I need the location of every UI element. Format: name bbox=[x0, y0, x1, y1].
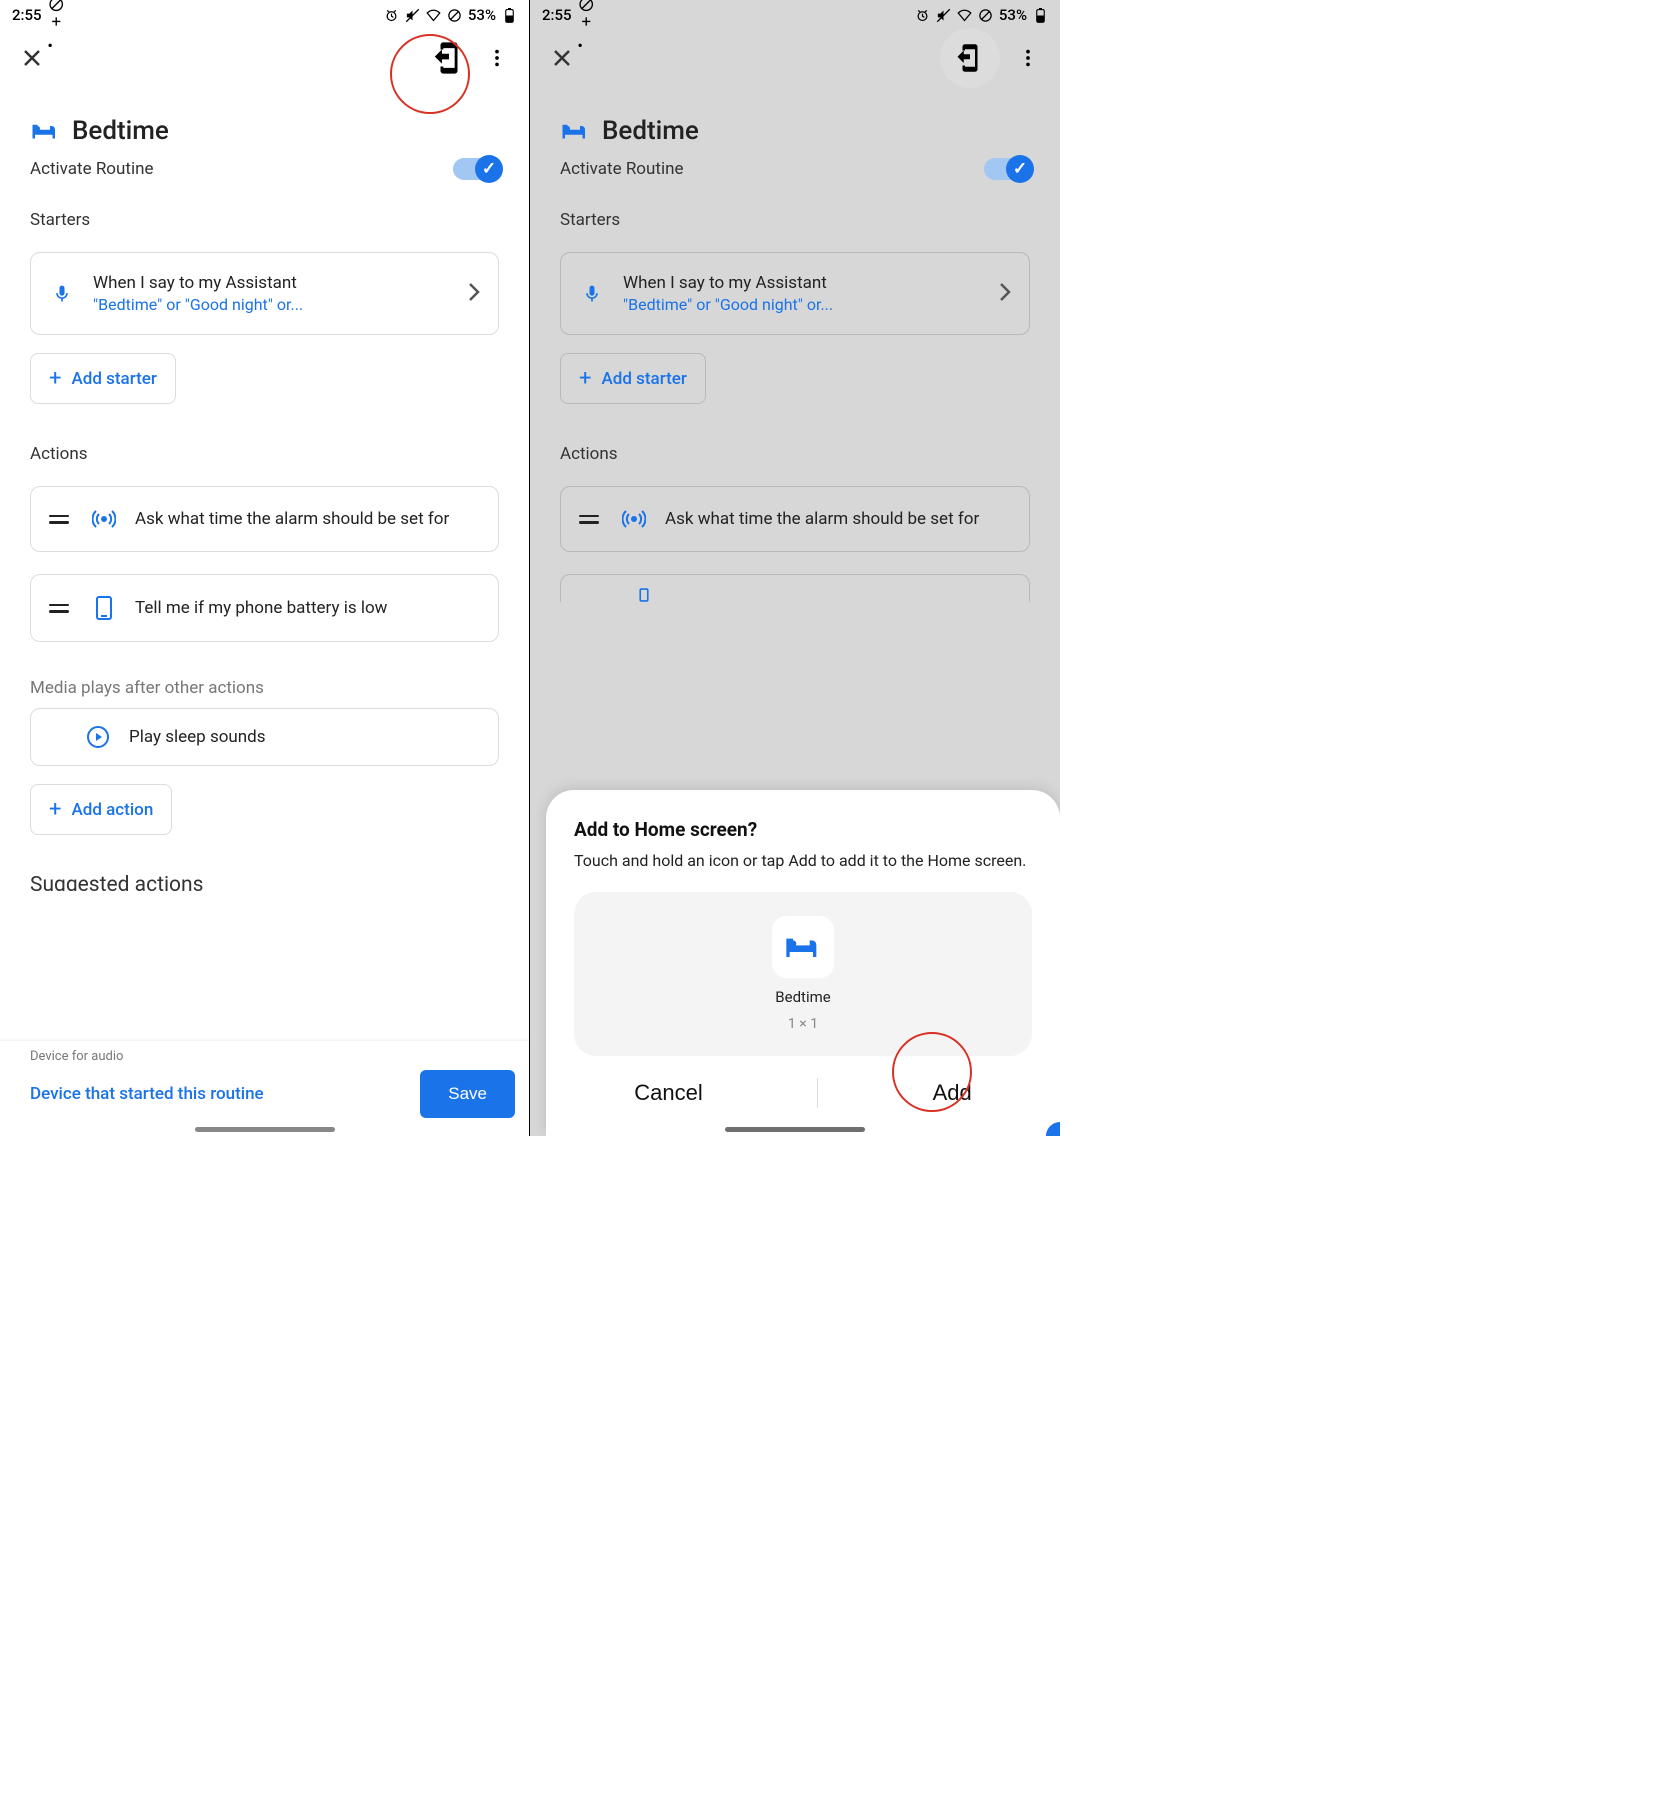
add-action-label: Add action bbox=[71, 800, 153, 820]
alarm-icon bbox=[915, 8, 930, 23]
routine-title-row: Bedtime bbox=[30, 116, 499, 146]
chevron-right-icon bbox=[999, 282, 1011, 306]
activate-label: Activate Routine bbox=[30, 159, 153, 179]
mute-icon bbox=[936, 8, 951, 23]
battery-icon bbox=[502, 8, 517, 23]
action-card-battery-peek bbox=[560, 574, 1030, 602]
app-bar bbox=[530, 30, 1060, 86]
gesture-bar[interactable] bbox=[725, 1127, 865, 1132]
shortcut-tile bbox=[772, 916, 834, 978]
activate-toggle[interactable] bbox=[453, 158, 499, 180]
section-media: Media plays after other actions bbox=[30, 678, 499, 698]
overflow-menu-button[interactable] bbox=[1008, 38, 1048, 78]
action-card-alarm[interactable]: Ask what time the alarm should be set fo… bbox=[560, 486, 1030, 552]
no-sim-icon bbox=[978, 8, 993, 23]
phone-icon bbox=[639, 588, 649, 602]
save-button[interactable]: Save bbox=[420, 1070, 515, 1118]
play-circle-icon bbox=[86, 725, 110, 749]
action-card-media[interactable]: Play sleep sounds bbox=[30, 708, 499, 766]
routine-title-row: Bedtime bbox=[560, 116, 1030, 146]
mute-icon bbox=[405, 8, 420, 23]
starter-title: When I say to my Assistant bbox=[93, 273, 450, 293]
starter-card[interactable]: When I say to my Assistant "Bedtime" or … bbox=[30, 252, 499, 335]
shortcut-icon bbox=[432, 41, 466, 75]
status-battery-pct: 53% bbox=[468, 6, 496, 24]
phone-icon bbox=[95, 595, 113, 621]
add-starter-label: Add starter bbox=[601, 369, 686, 389]
add-starter-button[interactable]: + Add starter bbox=[560, 353, 706, 404]
bed-icon bbox=[560, 116, 590, 146]
section-starters: Starters bbox=[560, 210, 1030, 230]
section-suggested: Suggested actions bbox=[30, 873, 499, 891]
sheet-body: Touch and hold an icon or tap Add to add… bbox=[574, 851, 1032, 870]
drag-handle-icon[interactable] bbox=[579, 515, 603, 524]
chevron-right-icon bbox=[468, 282, 480, 306]
add-action-button[interactable]: + Add action bbox=[30, 784, 172, 835]
close-button[interactable] bbox=[542, 38, 582, 78]
activate-toggle[interactable] bbox=[984, 158, 1030, 180]
bed-icon bbox=[30, 116, 60, 146]
add-to-home-sheet: Add to Home screen? Touch and hold an ic… bbox=[546, 790, 1060, 1136]
action-alarm-title: Ask what time the alarm should be set fo… bbox=[665, 509, 1011, 529]
status-time: 2:55 bbox=[542, 6, 572, 24]
shortcut-dimensions: 1 × 1 bbox=[788, 1016, 818, 1032]
no-sim-icon bbox=[447, 8, 462, 23]
mic-icon bbox=[582, 282, 602, 306]
starter-card[interactable]: When I say to my Assistant "Bedtime" or … bbox=[560, 252, 1030, 335]
status-bar: 2:55 • 53% bbox=[0, 0, 529, 30]
overflow-menu-button[interactable] bbox=[477, 38, 517, 78]
activate-label: Activate Routine bbox=[560, 159, 683, 179]
wifi-icon bbox=[426, 8, 441, 23]
screen-routine-editor: 2:55 • 53% bbox=[0, 0, 530, 1136]
add-starter-button[interactable]: + Add starter bbox=[30, 353, 176, 404]
status-time: 2:55 bbox=[12, 6, 42, 24]
section-actions: Actions bbox=[30, 444, 499, 464]
starter-subtitle: "Bedtime" or "Good night" or... bbox=[93, 295, 450, 314]
shortcut-preview[interactable]: Bedtime 1 × 1 bbox=[574, 892, 1032, 1056]
battery-icon bbox=[1033, 8, 1048, 23]
drag-handle-icon[interactable] bbox=[49, 515, 73, 524]
plus-icon: + bbox=[49, 797, 61, 822]
bed-icon bbox=[783, 927, 823, 967]
status-battery-pct: 53% bbox=[999, 6, 1027, 24]
button-divider bbox=[817, 1078, 818, 1108]
more-vert-icon bbox=[1017, 47, 1039, 69]
action-media-title: Play sleep sounds bbox=[129, 727, 480, 747]
plus-icon: + bbox=[579, 366, 591, 391]
add-to-homescreen-button[interactable] bbox=[429, 38, 469, 78]
add-button[interactable]: Add bbox=[927, 1079, 978, 1107]
more-vert-icon bbox=[486, 47, 508, 69]
sheet-title: Add to Home screen? bbox=[574, 818, 1032, 841]
bottom-bar: Device for audio Device that started thi… bbox=[0, 1041, 529, 1136]
drag-handle-icon[interactable] bbox=[49, 604, 73, 613]
routine-title: Bedtime bbox=[72, 116, 169, 146]
add-to-homescreen-button[interactable] bbox=[940, 28, 1000, 88]
alarm-icon bbox=[384, 8, 399, 23]
device-for-audio-label: Device for audio bbox=[30, 1049, 515, 1064]
add-starter-label: Add starter bbox=[71, 369, 156, 389]
shortcut-icon bbox=[955, 43, 985, 73]
action-card-alarm[interactable]: Ask what time the alarm should be set fo… bbox=[30, 486, 499, 552]
gesture-bar[interactable] bbox=[195, 1127, 335, 1132]
device-link[interactable]: Device that started this routine bbox=[30, 1084, 264, 1104]
mic-icon bbox=[52, 282, 72, 306]
shortcut-name: Bedtime bbox=[775, 988, 830, 1006]
section-starters: Starters bbox=[30, 210, 499, 230]
broadcast-icon bbox=[622, 507, 646, 531]
action-alarm-title: Ask what time the alarm should be set fo… bbox=[135, 509, 480, 529]
cancel-button[interactable]: Cancel bbox=[628, 1079, 708, 1107]
starter-subtitle: "Bedtime" or "Good night" or... bbox=[623, 295, 981, 314]
plus-icon: + bbox=[49, 366, 61, 391]
action-card-battery[interactable]: Tell me if my phone battery is low bbox=[30, 574, 499, 642]
close-button[interactable] bbox=[12, 38, 52, 78]
routine-title: Bedtime bbox=[602, 116, 699, 146]
app-bar bbox=[0, 30, 529, 86]
status-bar: 2:55 • 53% bbox=[530, 0, 1060, 30]
wifi-icon bbox=[957, 8, 972, 23]
section-actions: Actions bbox=[560, 444, 1030, 464]
screen-add-shortcut-dialog: 2:55 • 53% bbox=[530, 0, 1060, 1136]
action-battery-title: Tell me if my phone battery is low bbox=[135, 598, 480, 618]
broadcast-icon bbox=[92, 507, 116, 531]
starter-title: When I say to my Assistant bbox=[623, 273, 981, 293]
